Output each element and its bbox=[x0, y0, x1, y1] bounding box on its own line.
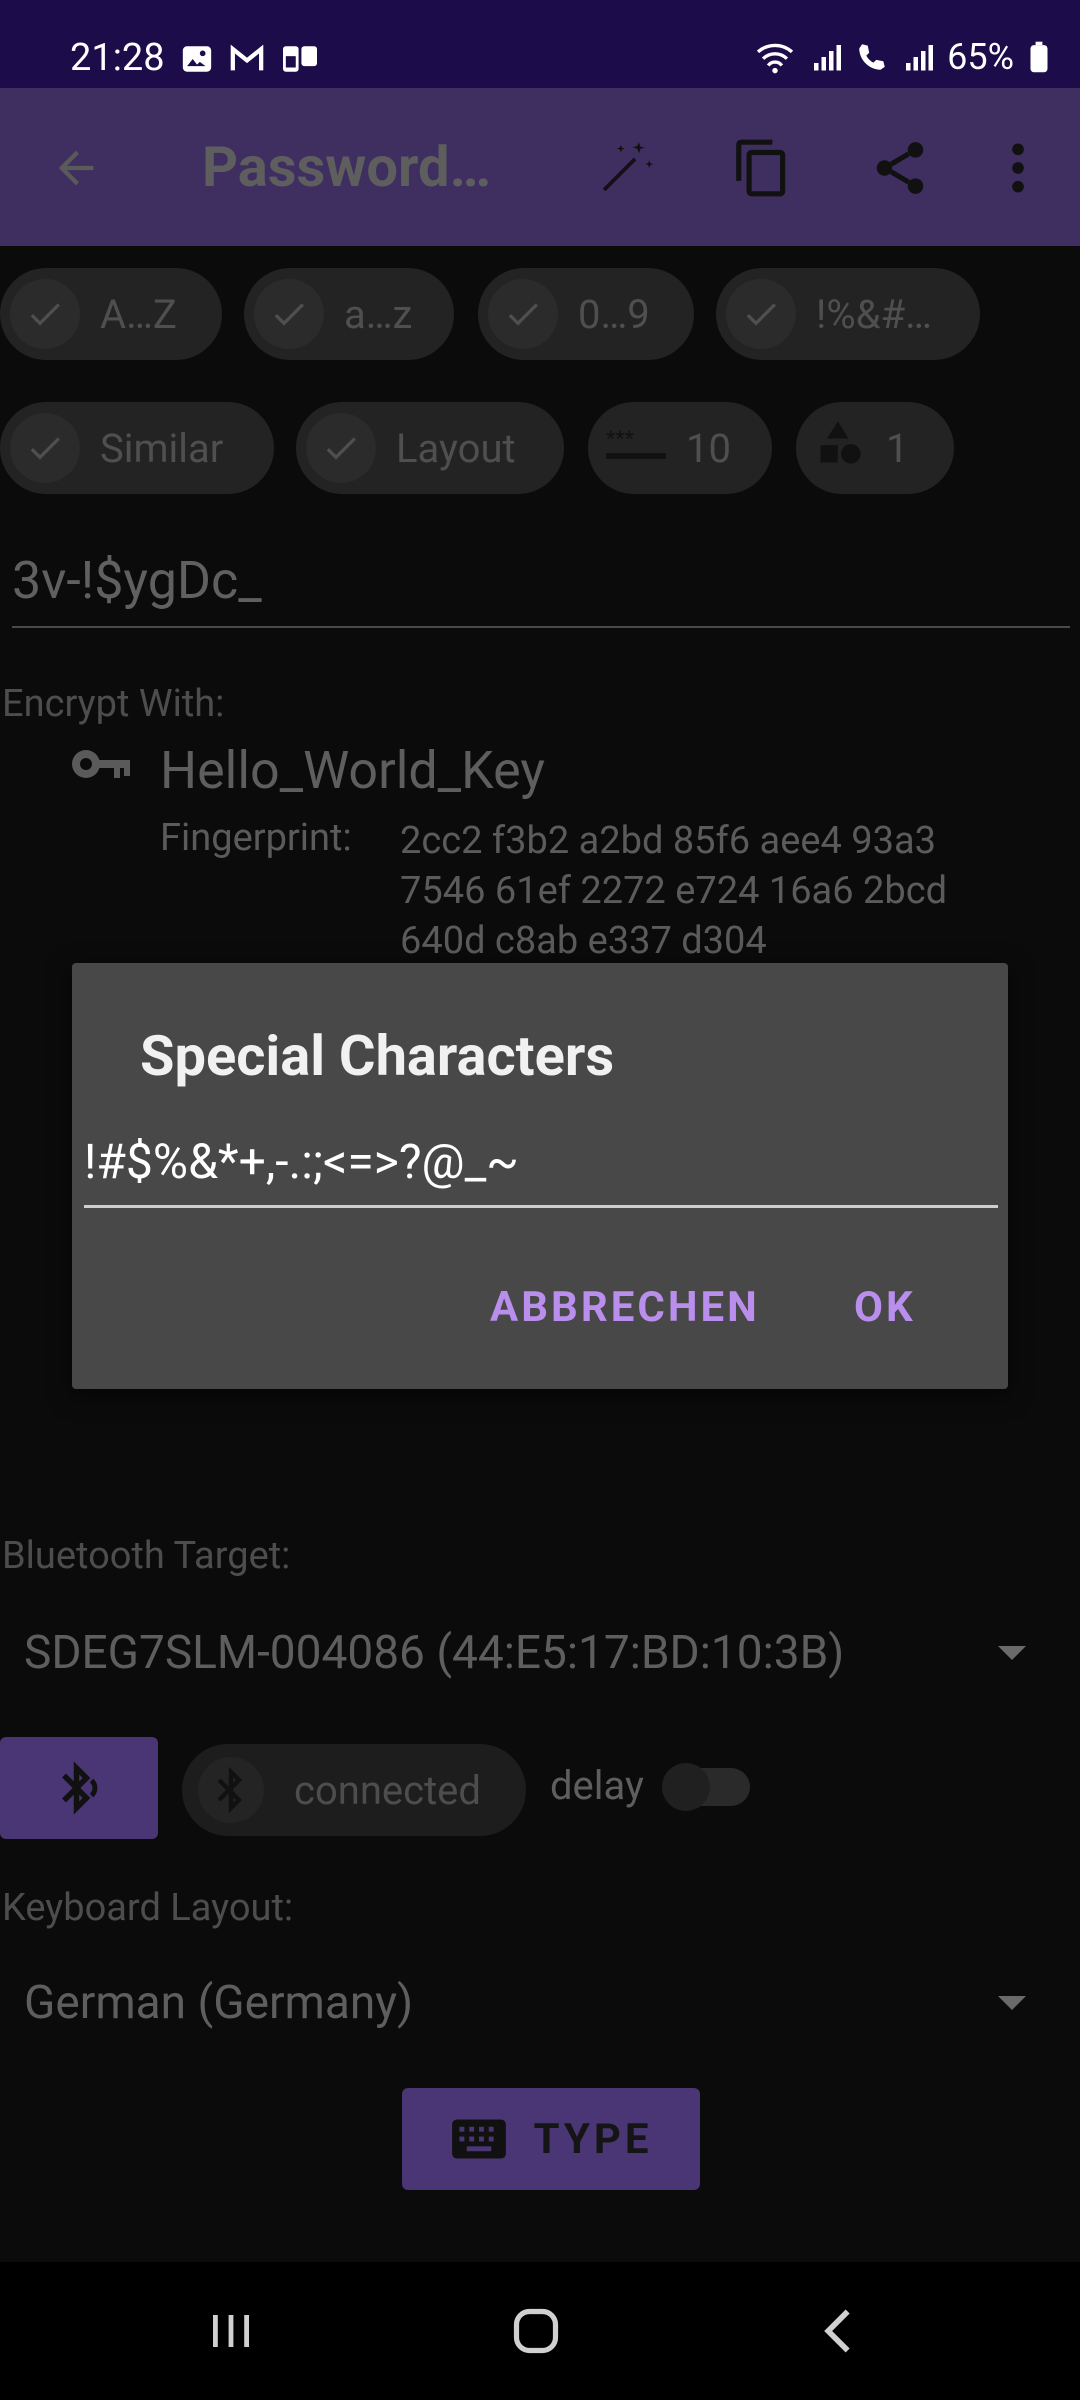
chip-lowercase[interactable]: a…z bbox=[244, 268, 454, 360]
delay-toggle[interactable] bbox=[662, 1763, 750, 1811]
battery-icon bbox=[1030, 41, 1048, 73]
dialog-title: Special Characters bbox=[140, 1023, 615, 1089]
chip-length[interactable]: *** 10 bbox=[588, 402, 772, 494]
home-icon[interactable] bbox=[500, 2298, 572, 2364]
key-icon bbox=[70, 744, 134, 788]
password-underline bbox=[12, 626, 1070, 628]
signal-icon bbox=[906, 45, 934, 71]
image-icon bbox=[182, 46, 212, 72]
sim-icon bbox=[283, 46, 317, 72]
check-icon bbox=[10, 279, 80, 349]
chip-uppercase[interactable]: A…Z bbox=[0, 268, 222, 360]
bluetooth-device-select[interactable]: SDEG7SLM-004086 (44:E5:17:BD:10:3B) bbox=[24, 1626, 844, 1680]
notification-icons bbox=[180, 42, 320, 76]
chip-label: a…z bbox=[344, 290, 413, 338]
check-icon bbox=[726, 279, 796, 349]
special-characters-dialog: Special Characters !#$%&*+,-.:;<=>?@_~ A… bbox=[72, 963, 1008, 1389]
back-nav-icon[interactable] bbox=[806, 2298, 872, 2364]
chip-label: Similar bbox=[100, 424, 224, 472]
magic-wand-icon[interactable] bbox=[588, 130, 664, 206]
keyboard-layout-select[interactable]: German (Germany) bbox=[24, 1976, 413, 2030]
length-icon: *** bbox=[606, 423, 666, 473]
fingerprint-line: 7546 61ef 2272 e724 16a6 2bcd bbox=[400, 869, 948, 913]
chip-label: 1 bbox=[886, 424, 909, 472]
chip-label: 10 bbox=[686, 424, 731, 472]
chevron-down-icon[interactable] bbox=[998, 1646, 1026, 1660]
password-field[interactable]: 3v-!$ygDc_ bbox=[12, 550, 262, 611]
check-icon bbox=[254, 279, 324, 349]
dialog-input-underline bbox=[84, 1205, 998, 1208]
battery-percentage: 65% bbox=[947, 36, 1014, 78]
call-icon bbox=[859, 44, 885, 70]
cancel-button[interactable]: ABBRECHEN bbox=[490, 1283, 760, 1332]
delay-label: delay bbox=[550, 1762, 644, 1809]
more-icon[interactable] bbox=[990, 130, 1046, 206]
fingerprint-value: 2cc2 f3b2 a2bd 85f6 aee4 93a3 7546 61ef … bbox=[400, 816, 947, 966]
type-button[interactable]: TYPE bbox=[402, 2088, 700, 2190]
signal-icon bbox=[814, 45, 842, 71]
check-icon bbox=[488, 279, 558, 349]
chip-special[interactable]: !%&#… bbox=[716, 268, 980, 360]
fingerprint-line: 2cc2 f3b2 a2bd 85f6 aee4 93a3 bbox=[400, 819, 937, 863]
key-name: Hello_World_Key bbox=[160, 740, 545, 801]
check-icon bbox=[306, 413, 376, 483]
chip-label: A…Z bbox=[100, 290, 177, 338]
bluetooth-label: Bluetooth Target: bbox=[2, 1534, 291, 1578]
app-bar: Password… bbox=[0, 88, 1080, 246]
keyboard-icon bbox=[452, 2119, 507, 2159]
wifi-icon bbox=[757, 43, 794, 74]
fingerprint-label: Fingerprint: bbox=[160, 816, 352, 860]
navigation-bar bbox=[0, 2262, 1080, 2400]
toggle-thumb bbox=[662, 1763, 710, 1811]
status-bar: 21:28 65% bbox=[0, 0, 1080, 88]
share-icon[interactable] bbox=[862, 130, 938, 206]
svg-text:***: *** bbox=[606, 426, 634, 453]
chip-min-special[interactable]: 1 bbox=[796, 402, 954, 494]
connection-status-chip: connected bbox=[182, 1744, 526, 1836]
bluetooth-connect-button[interactable] bbox=[0, 1737, 158, 1839]
check-icon bbox=[10, 413, 80, 483]
chip-label: 0…9 bbox=[578, 290, 650, 338]
connection-status: connected bbox=[294, 1766, 481, 1814]
chip-layout[interactable]: Layout bbox=[296, 402, 564, 494]
bluetooth-icon bbox=[198, 1757, 264, 1823]
encrypt-label: Encrypt With: bbox=[2, 682, 225, 726]
keyboard-layout-label: Keyboard Layout: bbox=[2, 1886, 294, 1930]
recent-apps-icon[interactable] bbox=[196, 2298, 266, 2364]
type-button-label: TYPE bbox=[533, 2114, 653, 2164]
mail-icon bbox=[230, 44, 264, 71]
bluetooth-audio-icon bbox=[62, 1761, 98, 1815]
back-icon[interactable] bbox=[40, 132, 112, 204]
fingerprint-line: 640d c8ab e337 d304 bbox=[400, 919, 767, 963]
chip-similar[interactable]: Similar bbox=[0, 402, 274, 494]
page-title: Password… bbox=[202, 134, 492, 200]
system-icons: 65% bbox=[753, 36, 1050, 78]
copy-icon[interactable] bbox=[724, 130, 800, 206]
status-time: 21:28 bbox=[70, 36, 165, 80]
ok-button[interactable]: OK bbox=[854, 1283, 916, 1332]
shapes-icon bbox=[814, 417, 866, 479]
chevron-down-icon[interactable] bbox=[998, 1996, 1026, 2010]
chip-label: Layout bbox=[396, 424, 516, 472]
special-characters-input[interactable]: !#$%&*+,-.:;<=>?@_~ bbox=[84, 1133, 519, 1190]
chip-digits[interactable]: 0…9 bbox=[478, 268, 694, 360]
chip-label: !%&#… bbox=[816, 290, 932, 338]
